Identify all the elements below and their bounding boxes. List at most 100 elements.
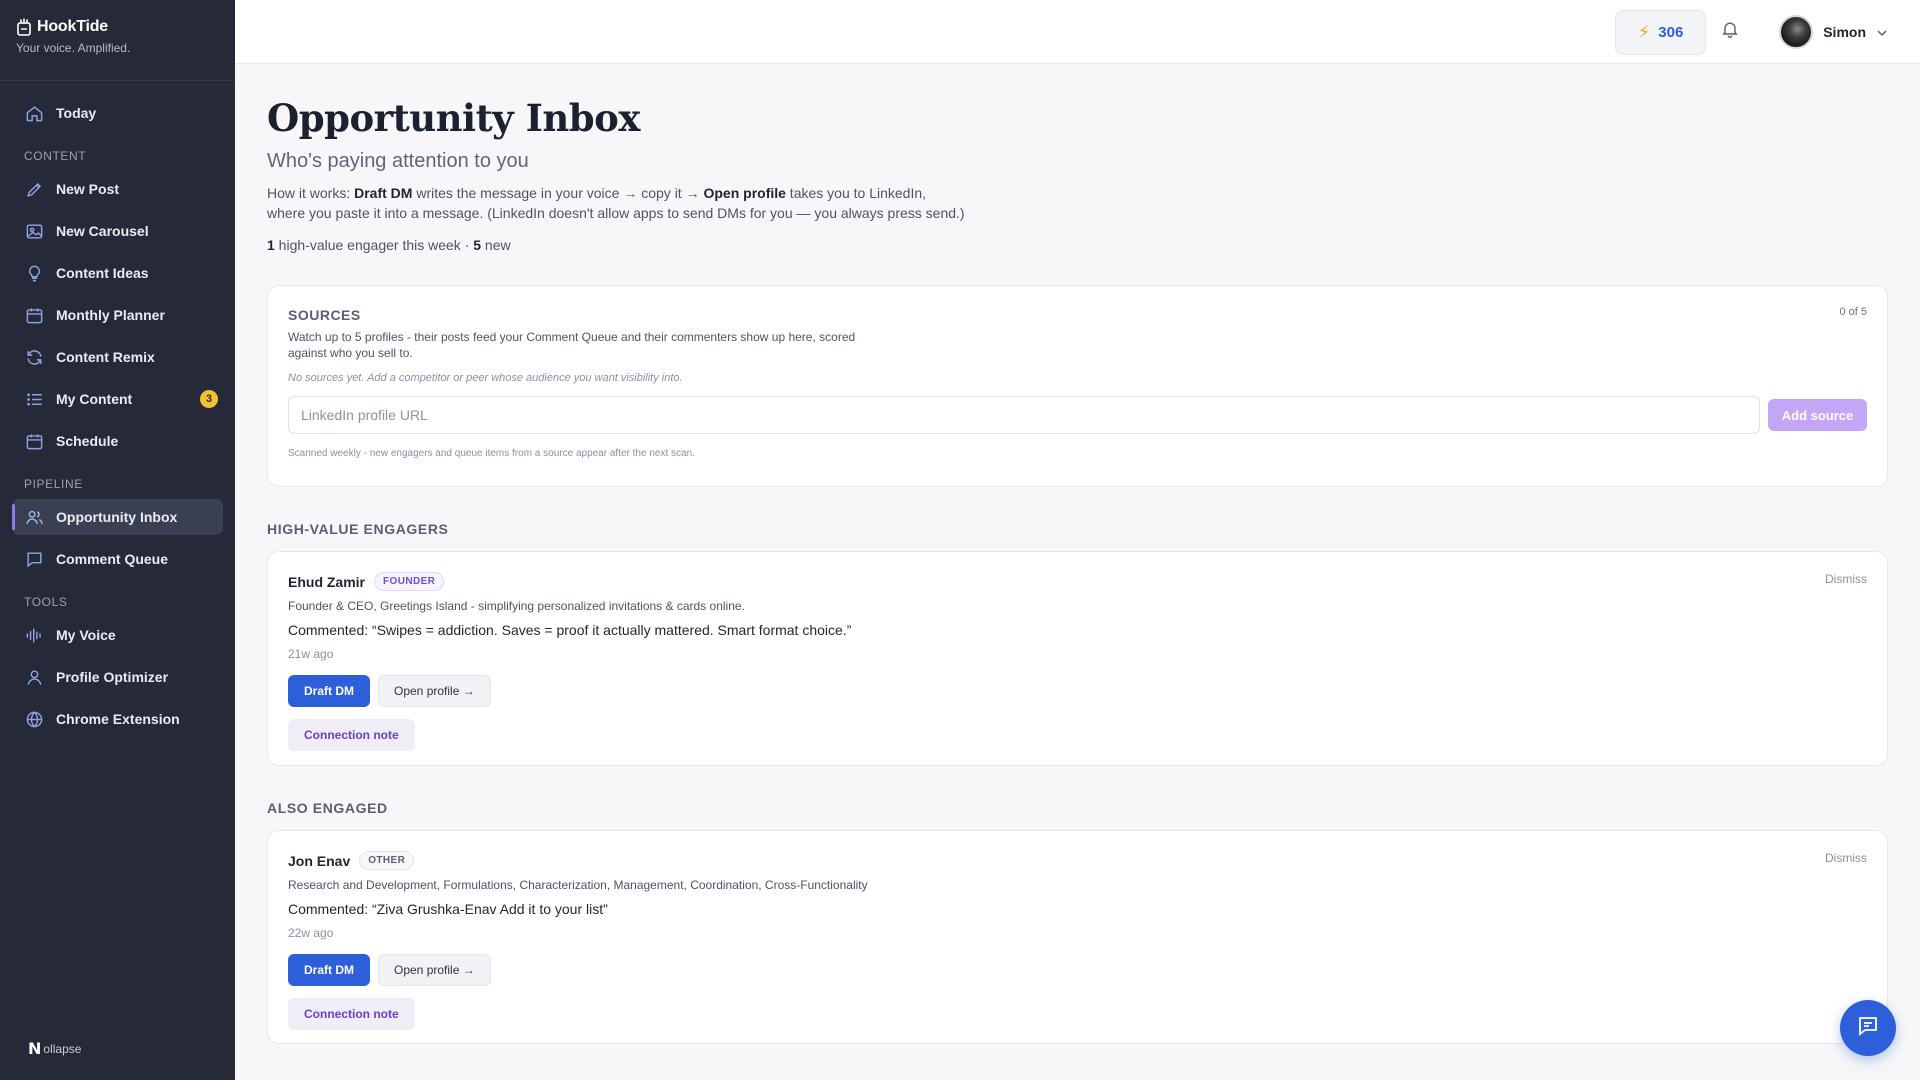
howto-draft-dm: Draft DM xyxy=(354,185,413,201)
sidebar-item-label: My Content xyxy=(56,391,133,407)
refresh-icon xyxy=(24,347,44,367)
message-icon xyxy=(24,549,44,569)
howto-middle: writes the message in your voice → copy … xyxy=(412,185,704,201)
sidebar-item-comment-queue[interactable]: Comment Queue xyxy=(12,541,223,577)
users-icon xyxy=(24,507,44,527)
sidebar-item-my-voice[interactable]: My Voice xyxy=(12,617,223,653)
sidebar-item-label: Monthly Planner xyxy=(56,307,165,323)
sidebar: HookTide Your voice. Amplified. Today CO… xyxy=(0,0,235,1080)
sidebar-item-schedule[interactable]: Schedule xyxy=(12,423,223,459)
pencil-icon xyxy=(24,179,44,199)
list-icon xyxy=(24,389,44,409)
sidebar-item-today[interactable]: Today xyxy=(12,95,223,131)
page-title: Opportunity Inbox xyxy=(267,96,640,140)
lightbulb-icon xyxy=(24,263,44,283)
collapse-label: ollapse xyxy=(43,1041,82,1056)
sidebar-item-opportunity-inbox[interactable]: Opportunity Inbox xyxy=(12,499,223,535)
high-value-count: 1 xyxy=(267,237,275,253)
also-engaged-heading: ALSO ENGAGED xyxy=(267,800,388,816)
topbar: ⚡ 306 Simon xyxy=(235,0,1920,64)
sidebar-nav: Today CONTENT New Post New Carousel Cont… xyxy=(0,81,235,737)
open-profile-button[interactable]: Open profile → xyxy=(378,954,491,986)
user-name: Simon xyxy=(1823,24,1866,40)
image-icon xyxy=(24,221,44,241)
engager-card: Ehud Zamir FOUNDER Dismiss Founder & CEO… xyxy=(267,551,1888,766)
calendar-icon xyxy=(24,305,44,325)
chevron-down-icon xyxy=(1876,26,1888,38)
sidebar-item-label: Content Ideas xyxy=(56,265,149,281)
section-label-content: CONTENT xyxy=(24,149,87,163)
add-source-row: Add source xyxy=(288,396,1867,434)
dismiss-button[interactable]: Dismiss xyxy=(1825,572,1867,586)
brand: HookTide Your voice. Amplified. xyxy=(0,0,235,81)
my-content-count-badge: 3 xyxy=(200,390,218,408)
chat-support-button[interactable] xyxy=(1840,1000,1896,1056)
draft-dm-button[interactable]: Draft DM xyxy=(288,954,370,986)
engager-tag: OTHER xyxy=(359,851,415,870)
sidebar-item-label: Schedule xyxy=(56,433,119,449)
home-icon xyxy=(24,103,44,123)
page-subtitle: Who's paying attention to you xyxy=(267,150,529,172)
sidebar-item-my-content[interactable]: My Content 3 xyxy=(12,381,223,417)
brand-tagline: Your voice. Amplified. xyxy=(16,41,131,55)
sidebar-item-chrome-extension[interactable]: Chrome Extension xyxy=(12,701,223,737)
sidebar-item-profile-optimizer[interactable]: Profile Optimizer xyxy=(12,659,223,695)
section-label-pipeline: PIPELINE xyxy=(24,477,83,491)
linkedin-url-input[interactable] xyxy=(288,396,1760,434)
connection-note-button[interactable]: Connection note xyxy=(288,719,415,751)
sidebar-item-content-ideas[interactable]: Content Ideas xyxy=(12,255,223,291)
engager-role: Founder & CEO, Greetings Island - simpli… xyxy=(288,599,745,613)
sources-empty-text: No sources yet. Add a competitor or peer… xyxy=(288,372,683,384)
engager-tag: FOUNDER xyxy=(374,572,445,591)
engager-time: 21w ago xyxy=(288,647,334,661)
sidebar-item-label: Content Remix xyxy=(56,349,155,365)
collapse-glyph: N xyxy=(28,1039,42,1058)
high-value-heading: HIGH-VALUE ENGAGERS xyxy=(267,521,449,537)
howto-open-profile: Open profile xyxy=(703,185,786,201)
sources-title: SOURCES xyxy=(288,307,361,323)
sources-count: 0 of 5 xyxy=(1839,306,1867,318)
engager-comment: Commented: “Ziva Grushka-Enav Add it to … xyxy=(288,901,608,917)
sidebar-item-label: Today xyxy=(56,105,97,121)
sidebar-item-label: Chrome Extension xyxy=(56,711,180,727)
sidebar-item-monthly-planner[interactable]: Monthly Planner xyxy=(12,297,223,333)
sidebar-item-label: Opportunity Inbox xyxy=(56,509,178,525)
sources-card: SOURCES 0 of 5 Watch up to 5 profiles - … xyxy=(267,285,1888,487)
sources-description: Watch up to 5 profiles - their posts fee… xyxy=(288,330,856,360)
bolt-icon: ⚡ xyxy=(1637,22,1651,42)
engager-time: 22w ago xyxy=(288,926,334,940)
add-source-button[interactable]: Add source xyxy=(1768,399,1867,431)
main-content: Opportunity Inbox Who's paying attention… xyxy=(267,64,1888,1044)
bell-icon[interactable] xyxy=(1720,18,1740,40)
engager-name: Ehud Zamir xyxy=(288,573,366,590)
sidebar-item-label: New Carousel xyxy=(56,223,149,239)
sidebar-item-label: Profile Optimizer xyxy=(56,669,169,685)
collapse-sidebar-button[interactable]: N ollapse xyxy=(28,1039,81,1058)
draft-dm-button[interactable]: Draft DM xyxy=(288,675,370,707)
dismiss-button[interactable]: Dismiss xyxy=(1825,851,1867,865)
connection-note-button[interactable]: Connection note xyxy=(288,998,415,1030)
sidebar-item-label: New Post xyxy=(56,181,120,197)
brand-logo-icon xyxy=(16,18,32,36)
avatar xyxy=(1779,15,1814,49)
sidebar-item-new-carousel[interactable]: New Carousel xyxy=(12,213,223,249)
sidebar-item-label: Comment Queue xyxy=(56,551,169,567)
sidebar-item-new-post[interactable]: New Post xyxy=(12,171,223,207)
user-icon xyxy=(24,667,44,687)
sidebar-item-label: My Voice xyxy=(56,627,116,643)
engager-name: Jon Enav xyxy=(288,852,351,869)
sidebar-item-content-remix[interactable]: Content Remix xyxy=(12,339,223,375)
user-menu[interactable]: Simon xyxy=(1779,15,1888,49)
chat-icon xyxy=(1856,1014,1880,1043)
new-text: new xyxy=(481,237,511,253)
high-value-text: high-value engager this week · xyxy=(274,237,474,253)
section-label-tools: TOOLS xyxy=(24,595,68,609)
globe-icon xyxy=(24,709,44,729)
credits-button[interactable]: ⚡ 306 xyxy=(1615,10,1706,55)
credits-count: 306 xyxy=(1658,24,1684,41)
open-profile-button[interactable]: Open profile → xyxy=(378,675,491,707)
calendar-icon xyxy=(24,431,44,451)
engager-card: Jon Enav OTHER Dismiss Research and Deve… xyxy=(267,830,1888,1044)
brand-name[interactable]: HookTide xyxy=(37,18,108,36)
how-it-works-text: How it works: Draft DM writes the messag… xyxy=(267,183,967,223)
